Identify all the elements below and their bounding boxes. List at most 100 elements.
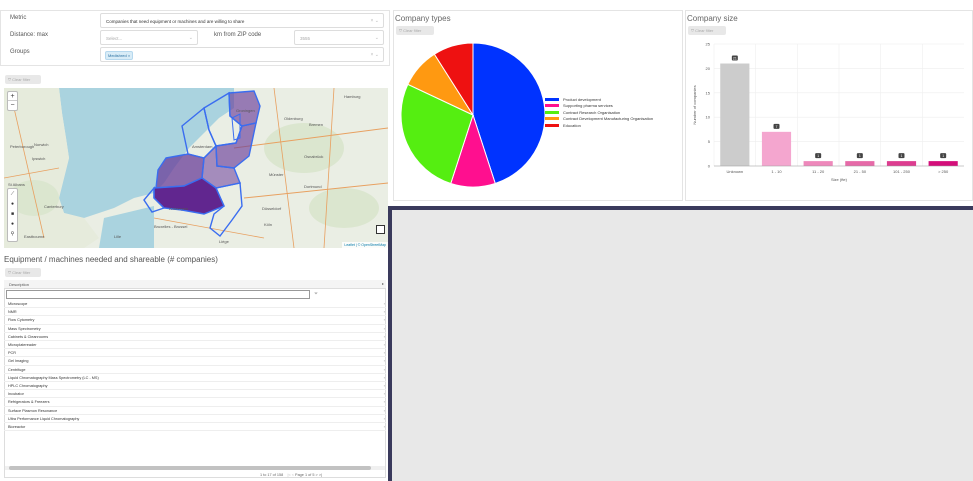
table-footer: 1 to 17 of 158 |< < Page 1 of 5 > >| [260, 473, 322, 477]
table-row[interactable]: Mass Spectrometry › [4, 325, 386, 333]
data-label: 1 [901, 154, 903, 158]
table-row[interactable]: Liquid Chromatography Mass Spectrometry … [4, 374, 386, 382]
zip-input[interactable]: 3555 ⌄ [294, 30, 384, 45]
row-expand-icon[interactable]: › [384, 326, 385, 331]
table-row[interactable]: Cabinets & Cleanrooms › [4, 333, 386, 341]
pager-first-button[interactable]: |< [287, 473, 290, 477]
column-menu-icon[interactable]: ▸ [382, 281, 384, 286]
map-view[interactable]: Hamburg Oldenburg Bremen Groningen Osnab… [4, 88, 388, 248]
company-types-legend: Product development Supporting pharma ser… [545, 96, 653, 129]
place-label: Liège [219, 239, 230, 244]
bar[interactable] [720, 63, 750, 166]
draw-circle-icon[interactable]: ● [8, 199, 17, 209]
row-description: Gel Imaging [8, 359, 29, 364]
legend-item[interactable]: Education [545, 122, 653, 129]
place-label: Hamburg [344, 94, 360, 99]
scrollbar-thumb[interactable] [9, 466, 371, 470]
row-expand-icon[interactable]: › [384, 367, 385, 372]
equipment-clear-filter-button[interactable]: ⛉ Clear filter [5, 268, 41, 277]
row-expand-icon[interactable]: › [384, 391, 385, 396]
table-row[interactable]: HPLC Chromatography › [4, 382, 386, 391]
metric-select[interactable]: Companies that need equipment or machine… [100, 13, 384, 28]
company-types-clear-filter-button[interactable]: ⛉ Clear filter [396, 26, 434, 35]
draw-marker-icon[interactable]: ● [8, 219, 17, 229]
row-expand-icon[interactable]: › [384, 334, 385, 339]
row-expand-icon[interactable]: › [384, 309, 385, 314]
row-expand-icon[interactable]: › [384, 383, 385, 388]
place-label: Antwerpen [169, 206, 188, 211]
draw-rectangle-icon[interactable]: ■ [8, 209, 17, 219]
row-expand-icon[interactable]: › [384, 399, 385, 404]
row-expand-icon[interactable]: › [384, 424, 385, 429]
column-header-description[interactable]: Description [9, 282, 29, 287]
row-expand-icon[interactable]: › [384, 358, 385, 363]
row-description: Incubator [8, 392, 24, 397]
y-tick-label: 10 [706, 115, 711, 120]
place-label: Norwich [34, 142, 48, 147]
table-row[interactable]: Surface Plasmon Resonance › [4, 407, 386, 415]
x-tick-label: 21 - 50 [854, 169, 867, 174]
column-filter-input[interactable] [6, 290, 310, 299]
table-row[interactable]: Flow Cytometry › [4, 316, 386, 325]
bar[interactable] [886, 161, 917, 166]
zoom-in-button[interactable]: + [8, 92, 17, 101]
group-tag[interactable]: Medishred × [105, 51, 134, 60]
pager-prev-button[interactable]: < [292, 473, 294, 477]
table-row[interactable]: PCR › [4, 349, 386, 358]
pager-next-button[interactable]: > [316, 473, 318, 477]
bar[interactable] [928, 161, 958, 166]
table-row[interactable]: Microscope › [4, 300, 386, 309]
tag-remove-icon[interactable]: × [128, 53, 130, 58]
legend-label: Supporting pharma services [563, 103, 613, 109]
place-label: Münster [269, 172, 284, 177]
table-row[interactable]: Centrifuge › [4, 366, 386, 374]
row-description: Ultra Performance Liquid Chromatography [8, 416, 80, 421]
table-header: Description ▸ [4, 280, 386, 289]
place-label: St Albans [8, 182, 25, 187]
filter-funnel-icon[interactable]: ⏷ [314, 291, 318, 297]
table-row[interactable]: Bioreactor › [4, 423, 386, 432]
place-label: Osnabrück [304, 154, 323, 159]
clear-chevron-icon[interactable]: × ⌄ [371, 52, 380, 58]
bar[interactable] [803, 161, 833, 166]
draw-pin-icon[interactable]: ⚲ [8, 229, 17, 239]
table-row[interactable]: NMR › [4, 308, 386, 317]
row-expand-icon[interactable]: › [384, 408, 385, 413]
bar[interactable] [761, 131, 792, 166]
table-row[interactable]: Ultra Performance Liquid Chromatography › [4, 415, 386, 423]
map-clear-filter-button[interactable]: ⛉ Clear filter [5, 75, 41, 84]
x-tick-label: Unknown [726, 169, 743, 174]
row-expand-icon[interactable]: › [384, 350, 385, 355]
legend-label: Contract Development Manufacturing Organ… [563, 116, 654, 122]
row-expand-icon[interactable]: › [384, 375, 385, 380]
legend-swatch [545, 104, 559, 108]
zoom-out-button[interactable]: − [8, 101, 17, 109]
groups-select[interactable]: Medishred × × ⌄ [100, 47, 384, 62]
chevron-down-icon: ⌄ [188, 35, 193, 41]
row-expand-icon[interactable]: › [384, 317, 385, 322]
pager-last-button[interactable]: >| [319, 473, 322, 477]
zip-value: 3555 [300, 36, 311, 41]
table-row[interactable]: Incubator › [4, 390, 386, 399]
table-row[interactable]: Refrigerators & Freezers › [4, 398, 386, 407]
bar[interactable] [845, 161, 875, 166]
legend-swatch [545, 123, 559, 127]
table-row[interactable]: Microplatereader › [4, 341, 386, 350]
row-expand-icon[interactable]: › [384, 301, 385, 306]
draw-line-icon[interactable]: ⟋ [8, 189, 17, 199]
distance-select[interactable]: Select... ⌄ [100, 30, 198, 45]
clear-chevron-icon[interactable]: × ⌄ [371, 18, 380, 24]
company-size-clear-filter-button[interactable]: ⛉ Clear filter [688, 26, 726, 35]
fullscreen-icon[interactable] [376, 225, 385, 234]
equipment-clear-filter-label: Clear filter [12, 270, 31, 275]
x-tick-label: > 250 [938, 169, 949, 174]
metric-label: Metric [10, 15, 27, 21]
place-label: Bruxelles - Brussel [154, 224, 187, 229]
row-description: HPLC Chromatography [8, 384, 48, 388]
company-types-pie-chart [400, 42, 546, 188]
table-row[interactable]: Gel Imaging › [4, 357, 386, 366]
row-expand-icon[interactable]: › [384, 342, 385, 347]
row-expand-icon[interactable]: › [384, 416, 385, 421]
horizontal-scrollbar[interactable] [5, 466, 385, 470]
place-label: Canterbury [44, 204, 64, 209]
